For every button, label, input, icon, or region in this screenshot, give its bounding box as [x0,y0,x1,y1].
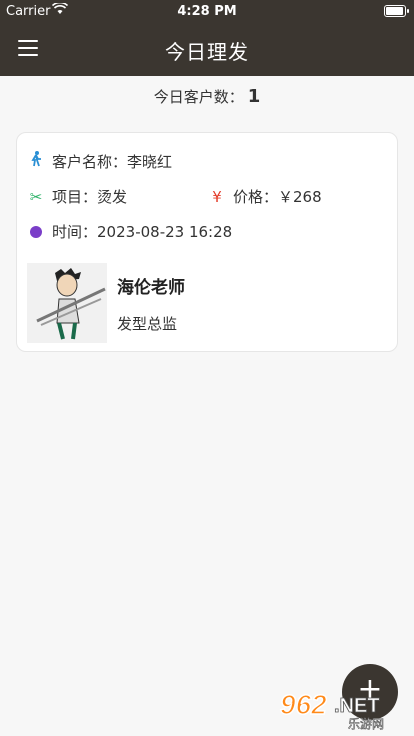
scissors-icon: ✂ [29,188,43,206]
customer-count-value: 1 [247,86,261,107]
customer-name: 李晓红 [127,153,173,171]
watermark-logo: 962 .NET 乐游网 [276,684,408,732]
price-label: 价格： [233,188,279,206]
service-label: 项目： [52,188,98,206]
customer-label: 客户名称： [52,153,128,171]
yen-icon: ¥ [212,188,222,206]
customer-count: 今日客户数： 1 [0,86,414,107]
price-row: ¥ 价格：￥268 [208,186,322,207]
stylist-role: 发型总监 [117,315,178,333]
svg-text:.NET: .NET [334,695,380,717]
customer-row: 客户名称：李晓红 [27,151,172,172]
svg-text:962: 962 [280,689,327,720]
person-walking-icon [27,151,45,171]
status-time: 4:28 PM [177,4,237,19]
timer-icon [30,226,42,238]
battery-icon [384,5,409,17]
svg-text:乐游网: 乐游网 [348,717,384,731]
time-label: 时间： [52,223,98,241]
appointment-card[interactable]: 客户名称：李晓红 ✂ 项目：烫发 ¥ 价格：￥268 时间：2023-08-23 1… [16,132,398,352]
stylist-name: 海伦老师 [117,278,185,298]
price-value: ￥268 [278,188,322,206]
time-row: 时间：2023-08-23 16:28 [27,221,232,242]
status-bar: Carrier 4:28 PM [0,0,414,22]
customer-count-label: 今日客户数： [153,88,244,106]
app-header: Carrier 4:28 PM 今日理发 [0,0,414,76]
page-title: 今日理发 [165,40,249,64]
time-value: 2023-08-23 16:28 [97,223,233,241]
service-value: 烫发 [97,188,128,206]
service-row: ✂ 项目：烫发 [27,186,127,207]
stylist-avatar [27,263,107,343]
